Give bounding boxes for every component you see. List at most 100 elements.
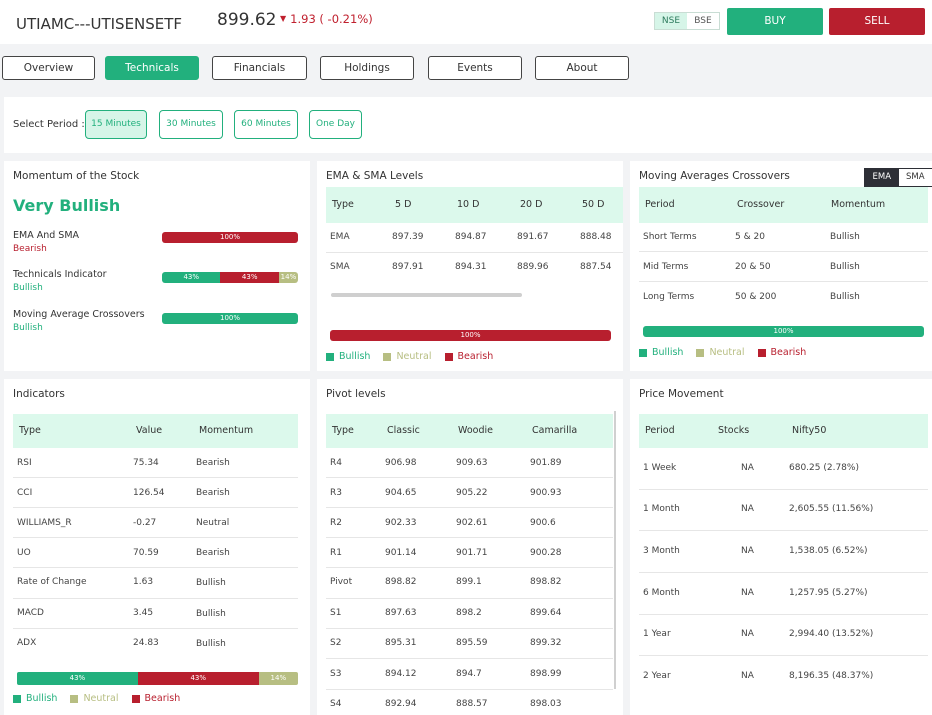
pivot-classic: 895.31 — [385, 638, 417, 648]
pivot-type: R1 — [330, 548, 342, 558]
pivot-camarilla: 900.6 — [530, 518, 556, 528]
ema-50d: 888.48 — [580, 232, 612, 242]
movement-stocks: NA — [741, 629, 754, 639]
ema-sma-toggle: EMA SMA — [864, 168, 932, 187]
indicator-value: 1.63 — [133, 577, 154, 587]
indicator-value: -0.27 — [133, 518, 157, 528]
ma-crossovers-value: Bullish — [13, 323, 43, 333]
technicals-indicator-value: Bullish — [13, 283, 43, 293]
indicator-momentum: Bearish — [196, 488, 230, 498]
row-divider — [13, 567, 298, 568]
ma-crossovers-bar-bullish: 100% — [162, 313, 298, 324]
row-divider — [326, 598, 613, 599]
indicator-type: WILLIAMS_R — [17, 518, 72, 528]
col-period: Period — [645, 199, 675, 210]
tab-holdings[interactable]: Holdings — [320, 56, 414, 80]
tab-overview[interactable]: Overview — [2, 56, 95, 80]
movement-stocks: NA — [741, 504, 754, 514]
technicals-indicator-label: Technicals Indicator — [13, 269, 107, 280]
tab-technicals[interactable]: Technicals — [105, 56, 199, 80]
crossover-period: Long Terms — [643, 292, 695, 302]
legend-neutral: Neutral — [709, 347, 745, 358]
horizontal-scrollbar[interactable] — [331, 293, 522, 297]
exchange-nse-button[interactable]: NSE — [655, 13, 687, 29]
tab-about[interactable]: About — [535, 56, 629, 80]
indicator-type: MACD — [17, 608, 44, 618]
toggle-ema-button[interactable]: EMA — [865, 169, 899, 186]
col-stocks: Stocks — [718, 425, 750, 436]
legend-bullish: Bullish — [652, 347, 684, 358]
row-divider — [639, 251, 928, 252]
col-classic: Classic — [387, 425, 420, 436]
sma-10d: 894.31 — [455, 262, 487, 272]
neutral-swatch — [70, 694, 79, 703]
ema-sma-card: EMA & SMA Levels Type 5 D 10 D 20 D 50 D… — [317, 161, 623, 371]
ema-sma-value: Bearish — [13, 244, 47, 254]
neutral-swatch — [383, 352, 392, 361]
pivot-woodie: 902.61 — [456, 518, 488, 528]
movement-nifty50: 2,994.40 (13.52%) — [789, 629, 874, 639]
price-movement-table-header: Period Stocks Nifty50 — [639, 414, 928, 448]
indicators-legend: Bullish Neutral Bearish — [13, 693, 193, 704]
period-15-minutes-button[interactable]: 15 Minutes — [85, 110, 147, 139]
price-change-text: 1.93 ( -0.21%) — [290, 12, 373, 26]
ema-10d: 894.87 — [455, 232, 487, 242]
movement-stocks: NA — [741, 463, 754, 473]
pivot-camarilla: 898.99 — [530, 669, 562, 679]
movement-period: 6 Month — [643, 588, 680, 598]
pivot-camarilla: 898.03 — [530, 699, 562, 709]
legend-neutral: Neutral — [83, 693, 119, 704]
row-divider — [639, 614, 928, 615]
indicator-value: 126.54 — [133, 488, 165, 498]
indicators-table-header: Type Value Momentum — [13, 414, 298, 448]
pivot-camarilla: 898.82 — [530, 577, 562, 587]
col-20d: 20 D — [520, 199, 543, 210]
movement-period: 3 Month — [643, 546, 680, 556]
tab-events[interactable]: Events — [428, 56, 522, 80]
pivot-camarilla: 900.93 — [530, 488, 562, 498]
col-woodie: Woodie — [458, 425, 493, 436]
tab-financials[interactable]: Financials — [212, 56, 307, 80]
row-divider — [13, 507, 298, 508]
period-one-day-button[interactable]: One Day — [309, 110, 362, 139]
col-10d: 10 D — [457, 199, 480, 210]
indicator-momentum: Bearish — [196, 548, 230, 558]
indicator-momentum: Bearish — [196, 458, 230, 468]
crossovers-bar-bullish: 100% — [643, 326, 924, 337]
pivot-classic: 906.98 — [385, 458, 417, 468]
ma-crossovers-label: Moving Average Crossovers — [13, 309, 145, 320]
row-divider — [326, 658, 613, 659]
buy-button[interactable]: BUY — [727, 8, 823, 35]
legend-bearish: Bearish — [457, 351, 494, 362]
exchange-bse-button[interactable]: BSE — [687, 13, 719, 29]
col-5d: 5 D — [395, 199, 412, 210]
movement-nifty50: 2,605.55 (11.56%) — [789, 504, 874, 514]
ema-sma-bar-bearish: 100% — [162, 232, 298, 243]
row-divider — [639, 489, 928, 490]
indicator-momentum: Neutral — [196, 518, 230, 528]
period-30-minutes-button[interactable]: 30 Minutes — [159, 110, 223, 139]
period-60-minutes-button[interactable]: 60 Minutes — [234, 110, 298, 139]
indicator-momentum: Bullish — [196, 578, 226, 588]
indicator-value: 70.59 — [133, 548, 159, 558]
row-divider — [326, 252, 623, 253]
pivot-type: S4 — [330, 699, 342, 709]
ema-sma-bar-bearish: 100% — [330, 330, 611, 341]
sell-button[interactable]: SELL — [829, 8, 925, 35]
ema-5d: 897.39 — [392, 232, 424, 242]
ema-type: EMA — [330, 232, 350, 242]
bullish-swatch — [639, 348, 647, 357]
movement-period: 1 Month — [643, 504, 680, 514]
vertical-scrollbar[interactable] — [614, 411, 616, 689]
ema-20d: 891.67 — [517, 232, 549, 242]
toggle-sma-button[interactable]: SMA — [899, 169, 932, 186]
price-movement-card: Price Movement Period Stocks Nifty50 1 W… — [630, 379, 932, 715]
col-type: Type — [332, 425, 354, 436]
col-nifty50: Nifty50 — [792, 425, 827, 436]
row-divider — [326, 507, 613, 508]
crossovers-legend: Bullish Neutral Bearish — [639, 347, 819, 358]
pivot-camarilla: 900.28 — [530, 548, 562, 558]
col-value: Value — [136, 425, 163, 436]
indicator-value: 3.45 — [133, 608, 154, 618]
sma-50d: 887.54 — [580, 262, 612, 272]
